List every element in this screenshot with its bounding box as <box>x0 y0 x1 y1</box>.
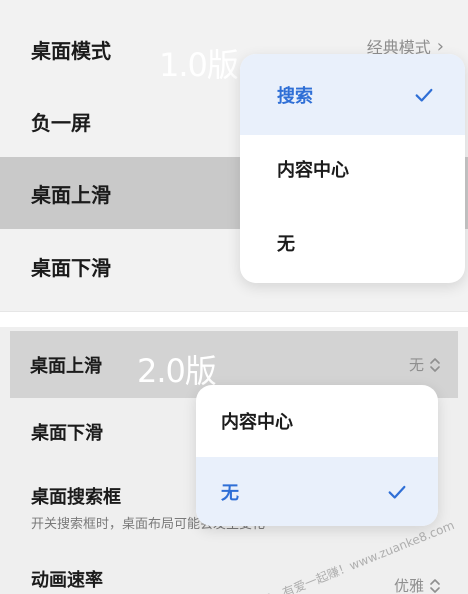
swipe-up-value[interactable]: 无 <box>409 354 442 375</box>
check-icon <box>388 485 406 499</box>
swipe-up-dropdown-menu: 内容中心 无 <box>196 385 438 526</box>
version-label: 1.0版 <box>159 46 239 84</box>
option-label: 内容中心 <box>221 412 293 433</box>
option-label: 搜索 <box>277 85 313 107</box>
up-down-chevron-icon <box>430 578 440 593</box>
section-divider <box>0 311 468 327</box>
row-label: 桌面搜索框 <box>31 486 121 508</box>
row-label: 负一屏 <box>31 110 91 135</box>
option-label: 内容中心 <box>277 160 349 181</box>
row-label: 桌面下滑 <box>31 255 111 280</box>
swipe-up-dropdown-menu: 搜索 内容中心 无 <box>240 54 465 283</box>
option-label: 无 <box>221 482 239 504</box>
row-label: 桌面上滑 <box>30 355 102 377</box>
row-value: 无 <box>408 356 424 374</box>
option-label: 无 <box>277 234 295 255</box>
dropdown-option-none[interactable]: 无 <box>240 203 465 283</box>
up-down-chevron-icon <box>430 357 440 372</box>
row-value: 优雅 <box>393 577 424 594</box>
dropdown-option-content-center[interactable]: 内容中心 <box>240 135 465 203</box>
row-label: 桌面模式 <box>31 38 111 63</box>
check-icon <box>415 88 433 102</box>
settings-panel-v1: 桌面模式 经典模式 › 负一屏 桌面上滑 桌面下滑 1.0版 搜索 内容中心 无 <box>0 0 468 311</box>
row-label: 桌面下滑 <box>31 423 103 444</box>
dropdown-option-search[interactable]: 搜索 <box>240 54 465 135</box>
row-label: 桌面上滑 <box>31 182 111 207</box>
dropdown-option-none[interactable]: 无 <box>196 457 438 526</box>
dropdown-option-content-center[interactable]: 内容中心 <box>196 385 438 457</box>
animation-speed-value[interactable]: 优雅 <box>394 575 442 594</box>
row-label: 动画速率 <box>31 570 103 591</box>
